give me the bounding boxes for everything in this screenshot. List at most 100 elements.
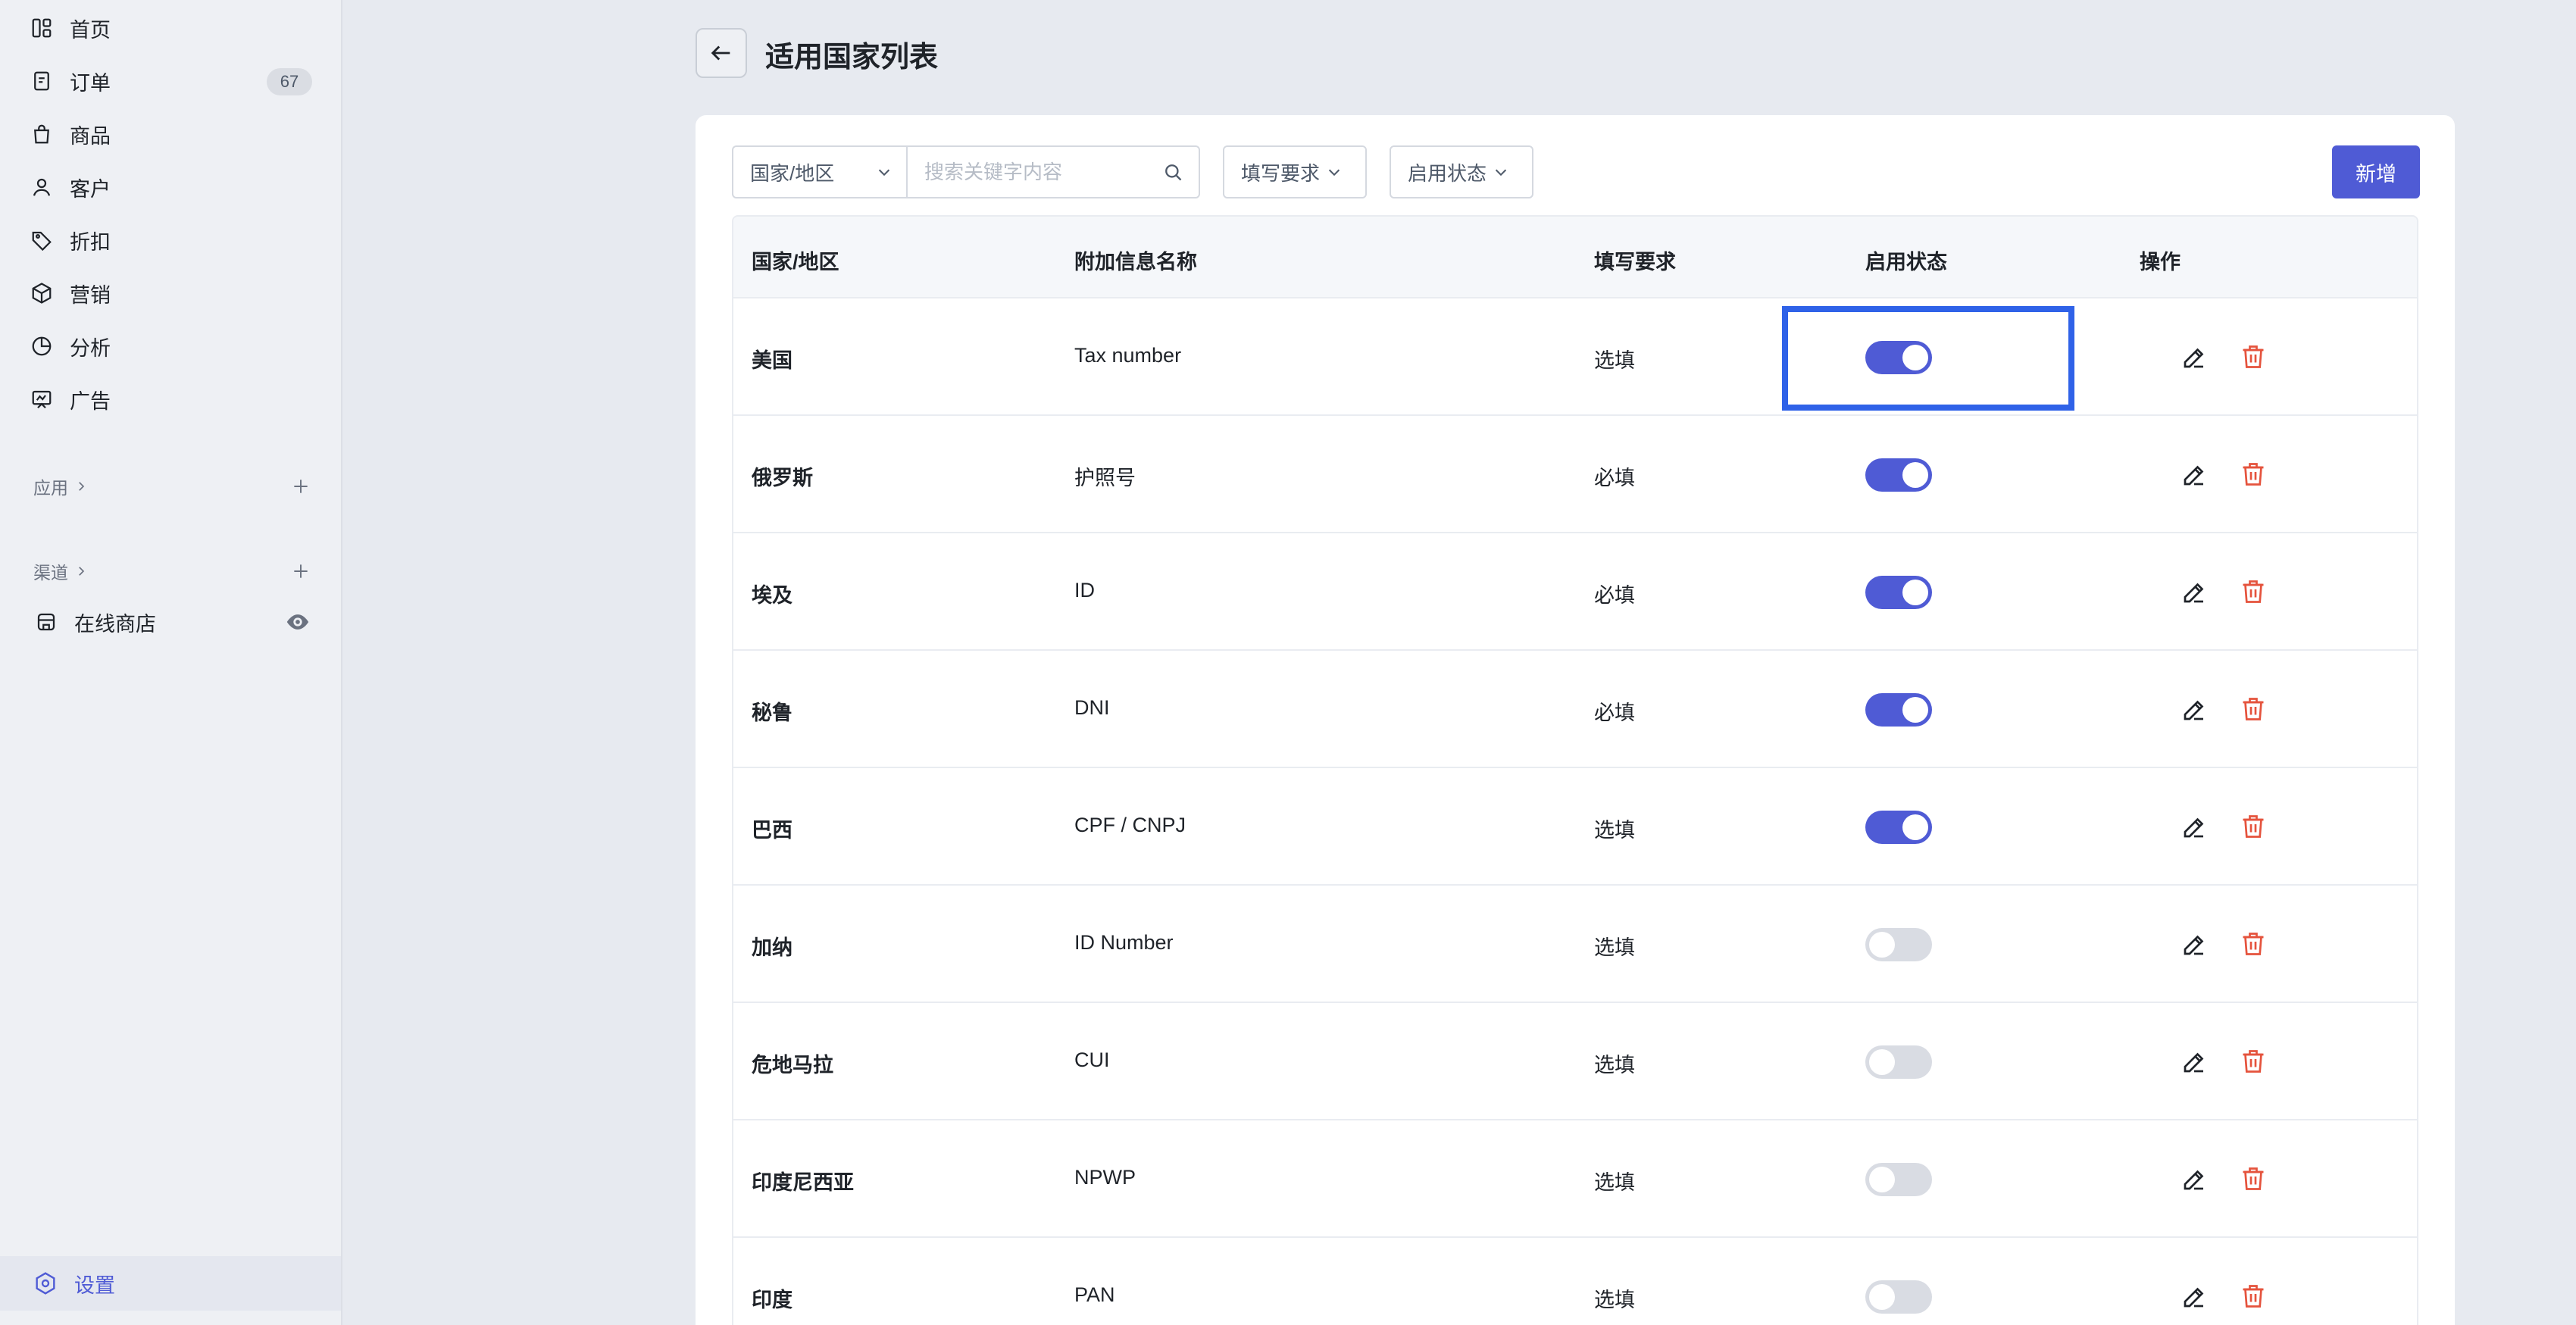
- eye-icon[interactable]: [285, 609, 311, 635]
- edit-icon[interactable]: [2181, 931, 2208, 958]
- chevron-down-icon: [878, 169, 890, 177]
- edit-icon[interactable]: [2181, 1283, 2208, 1311]
- edit-icon[interactable]: [2181, 1048, 2208, 1076]
- requirement-cell: 选填: [1594, 349, 1635, 372]
- table-row: 印度 PAN 选填: [733, 1238, 2417, 1325]
- sidebar-item-analytics[interactable]: 分析: [30, 324, 312, 368]
- table-row: 美国 Tax number 选填: [733, 298, 2417, 416]
- status-toggle[interactable]: [1865, 1280, 1932, 1314]
- tag-icon: [30, 229, 53, 252]
- delete-icon[interactable]: [2240, 1282, 2267, 1311]
- sidebar-item-marketing[interactable]: 营销: [30, 271, 312, 315]
- add-app-icon[interactable]: [291, 477, 311, 496]
- info-name-cell: Tax number: [1074, 344, 1182, 367]
- country-cell: 巴西: [752, 819, 792, 842]
- table-row: 俄罗斯 护照号 必填: [733, 416, 2417, 533]
- chevron-right-icon: [79, 567, 85, 576]
- info-name-cell: PAN: [1074, 1283, 1115, 1306]
- add-button[interactable]: 新增: [2332, 145, 2420, 198]
- delete-icon[interactable]: [2240, 1164, 2267, 1193]
- country-cell: 加纳: [752, 936, 792, 959]
- arrow-left-icon: [711, 45, 730, 61]
- toggle-knob: [1902, 697, 1928, 723]
- sidebar-item-label: 在线商店: [74, 612, 156, 636]
- delete-icon[interactable]: [2240, 695, 2267, 723]
- delete-icon[interactable]: [2240, 930, 2267, 958]
- requirement-cell: 必填: [1594, 467, 1635, 489]
- toggle-knob: [1902, 462, 1928, 488]
- status-toggle[interactable]: [1865, 458, 1932, 492]
- column-header-name[interactable]: 附加信息名称: [1074, 245, 1197, 275]
- status-toggle[interactable]: [1865, 1163, 1932, 1196]
- sidebar-item-customers[interactable]: 客户: [30, 165, 312, 209]
- table-header: 国家/地区 附加信息名称 填写要求 启用状态 操作: [733, 217, 2417, 298]
- chevron-down-icon: [1328, 169, 1340, 177]
- sidebar-item-orders[interactable]: 订单 67: [30, 59, 312, 103]
- status-toggle[interactable]: [1865, 928, 1932, 961]
- table-row: 埃及 ID 必填: [733, 533, 2417, 651]
- chevron-down-icon: [1495, 169, 1507, 177]
- edit-icon[interactable]: [2181, 579, 2208, 606]
- delete-icon[interactable]: [2240, 812, 2267, 841]
- table-row: 印度尼西亚 NPWP 选填: [733, 1120, 2417, 1238]
- toggle-knob: [1902, 814, 1928, 840]
- sidebar-item-products[interactable]: 商品: [30, 112, 312, 156]
- sidebar-item-ads[interactable]: 广告: [30, 377, 312, 421]
- column-header-status[interactable]: 启用状态: [1865, 245, 1947, 275]
- status-toggle[interactable]: [1865, 811, 1932, 844]
- sidebar-item-home[interactable]: 首页: [30, 6, 312, 50]
- user-icon: [30, 176, 53, 198]
- bag-icon: [30, 123, 53, 145]
- requirement-filter-select[interactable]: 填写要求: [1223, 145, 1367, 198]
- requirement-cell: 必填: [1594, 702, 1635, 724]
- status-filter-label: 启用状态: [1408, 161, 1487, 185]
- sidebar-item-label: 订单: [70, 71, 111, 95]
- country-cell: 秘鲁: [752, 702, 792, 724]
- sidebar-item-settings[interactable]: 设置: [0, 1256, 341, 1311]
- column-header-actions: 操作: [2140, 251, 2181, 273]
- edit-icon[interactable]: [2181, 696, 2208, 723]
- edit-icon[interactable]: [2181, 814, 2208, 841]
- status-toggle[interactable]: [1865, 693, 1932, 727]
- back-button[interactable]: [696, 28, 747, 78]
- info-name-cell: CPF / CNPJ: [1074, 814, 1186, 836]
- toggle-knob: [1902, 345, 1928, 370]
- settings-icon: [36, 1272, 55, 1295]
- ad-icon: [30, 388, 53, 411]
- delete-icon[interactable]: [2240, 342, 2267, 371]
- add-channel-icon[interactable]: [291, 561, 311, 581]
- channels-label: 渠道: [33, 563, 68, 583]
- page-title: 适用国家列表: [765, 42, 939, 73]
- sidebar: 首页 订单 67 商品 客户 折扣 营销 分析 广告 应用 渠道 在线商店 设置: [0, 0, 342, 1325]
- table-row: 加纳 ID Number 选填: [733, 886, 2417, 1003]
- requirement-cell: 选填: [1594, 1171, 1635, 1194]
- column-header-country[interactable]: 国家/地区: [752, 245, 839, 275]
- status-filter-select[interactable]: 启用状态: [1390, 145, 1533, 198]
- channels-section-header[interactable]: 渠道: [33, 556, 311, 586]
- edit-icon[interactable]: [2181, 344, 2208, 371]
- search-icon[interactable]: [1162, 161, 1183, 183]
- status-toggle[interactable]: [1865, 341, 1932, 374]
- cube-icon: [30, 282, 53, 305]
- delete-icon[interactable]: [2240, 577, 2267, 606]
- sidebar-item-label: 商品: [70, 124, 111, 148]
- info-name-cell: NPWP: [1074, 1166, 1136, 1189]
- sidebar-item-label: 首页: [70, 18, 111, 42]
- sidebar-item-discounts[interactable]: 折扣: [30, 218, 312, 262]
- apps-section-header[interactable]: 应用: [33, 471, 311, 502]
- column-header-requirement[interactable]: 填写要求: [1594, 245, 1676, 275]
- order-icon: [30, 70, 53, 92]
- edit-icon[interactable]: [2181, 461, 2208, 489]
- info-name-cell: DNI: [1074, 696, 1110, 719]
- delete-icon[interactable]: [2240, 460, 2267, 489]
- search-input[interactable]: [924, 160, 1152, 184]
- edit-icon[interactable]: [2181, 1166, 2208, 1193]
- sidebar-item-online-store[interactable]: 在线商店: [35, 600, 311, 644]
- delete-icon[interactable]: [2240, 1047, 2267, 1076]
- country-filter-select[interactable]: 国家/地区: [732, 145, 908, 198]
- status-toggle[interactable]: [1865, 1045, 1932, 1079]
- toggle-knob: [1869, 932, 1895, 958]
- country-table: 国家/地区 附加信息名称 填写要求 启用状态 操作 美国 Tax number …: [732, 215, 2418, 1325]
- status-toggle[interactable]: [1865, 576, 1932, 609]
- table-row: 秘鲁 DNI 必填: [733, 651, 2417, 768]
